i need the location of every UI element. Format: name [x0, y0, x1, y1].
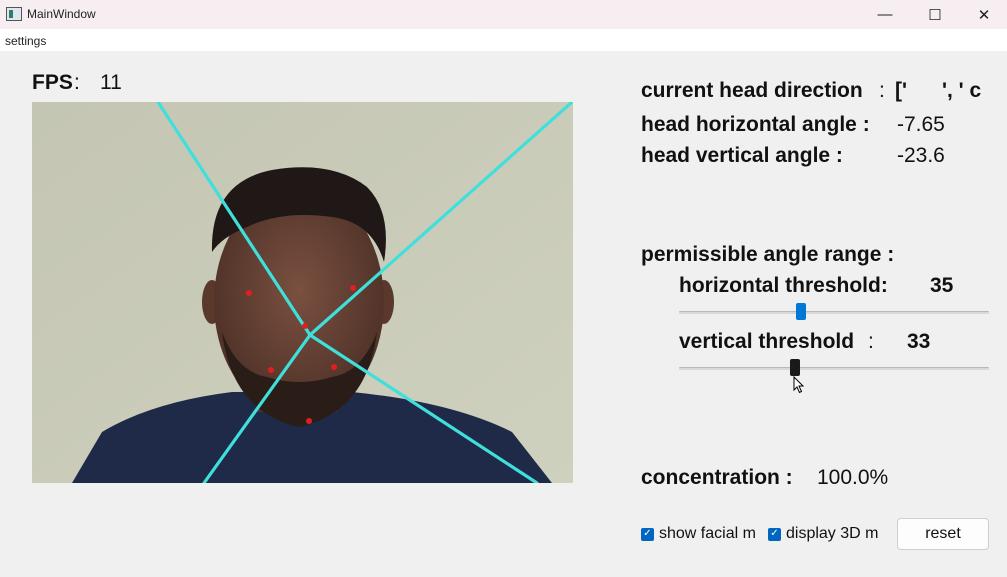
close-icon: ✕: [977, 6, 991, 24]
slider-handle[interactable]: [790, 359, 800, 376]
slider-track: [679, 311, 989, 314]
vertical-threshold-value: 33: [907, 330, 931, 353]
vertical-threshold-label: vertical threshold: [679, 330, 855, 353]
concentration-value: 100.0%: [817, 466, 889, 489]
landmark-mouth-left: [268, 367, 274, 373]
landmark-nose: [302, 323, 308, 329]
fps-colon: :: [74, 71, 80, 94]
show-facial-checkbox[interactable]: ✓ show facial m: [641, 525, 759, 543]
camera-frame: [32, 102, 573, 483]
horizontal-threshold-slider[interactable]: [679, 302, 989, 322]
head-horizontal-label: head horizontal angle :: [641, 113, 870, 136]
app-icon: [6, 7, 22, 21]
angle-range-title: permissible angle range :: [641, 243, 895, 266]
title-bar: MainWindow — ☐ ✕: [0, 0, 1007, 29]
display-3d-label: display 3D m: [786, 525, 879, 542]
mouse-cursor-icon: [793, 376, 805, 394]
reset-button-label: reset: [925, 525, 961, 542]
head-vertical-label: head vertical angle :: [641, 144, 843, 167]
checkbox-checked-icon: ✓: [768, 527, 781, 541]
maximize-button[interactable]: ☐: [912, 0, 958, 29]
checkbox-checked-icon: ✓: [641, 527, 654, 541]
landmark-mouth-right: [331, 364, 337, 370]
vertical-threshold-colon: :: [868, 330, 874, 353]
window-title: MainWindow: [27, 7, 96, 21]
close-button[interactable]: ✕: [961, 0, 1007, 29]
show-facial-label: show facial m: [659, 525, 756, 542]
slider-handle[interactable]: [796, 303, 806, 320]
horizontal-threshold-value: 35: [930, 274, 954, 297]
vertical-threshold-slider[interactable]: [679, 358, 989, 378]
menu-settings[interactable]: settings: [5, 34, 46, 48]
display-3d-checkbox[interactable]: ✓ display 3D m: [768, 525, 886, 543]
landmark-right-eye: [350, 285, 356, 291]
head-direction-label: current head direction: [641, 79, 863, 102]
slider-track: [679, 367, 989, 370]
maximize-icon: ☐: [928, 6, 942, 24]
fps-label: FPS: [32, 71, 73, 94]
menu-bar: settings: [0, 29, 1007, 51]
head-horizontal-value: -7.65: [897, 113, 945, 136]
minimize-button[interactable]: —: [862, 0, 908, 29]
concentration-label: concentration :: [641, 466, 793, 489]
head-direction-colon: :: [879, 79, 885, 102]
landmark-chin: [306, 418, 312, 424]
reset-button[interactable]: reset: [897, 518, 989, 550]
camera-feed: [32, 102, 573, 483]
horizontal-threshold-label: horizontal threshold:: [679, 274, 888, 297]
landmark-left-eye: [246, 290, 252, 296]
head-direction-value: [' ', ' c: [895, 79, 982, 102]
minimize-icon: —: [877, 6, 893, 23]
head-vertical-value: -23.6: [897, 144, 945, 167]
fps-value: 11: [100, 71, 122, 94]
